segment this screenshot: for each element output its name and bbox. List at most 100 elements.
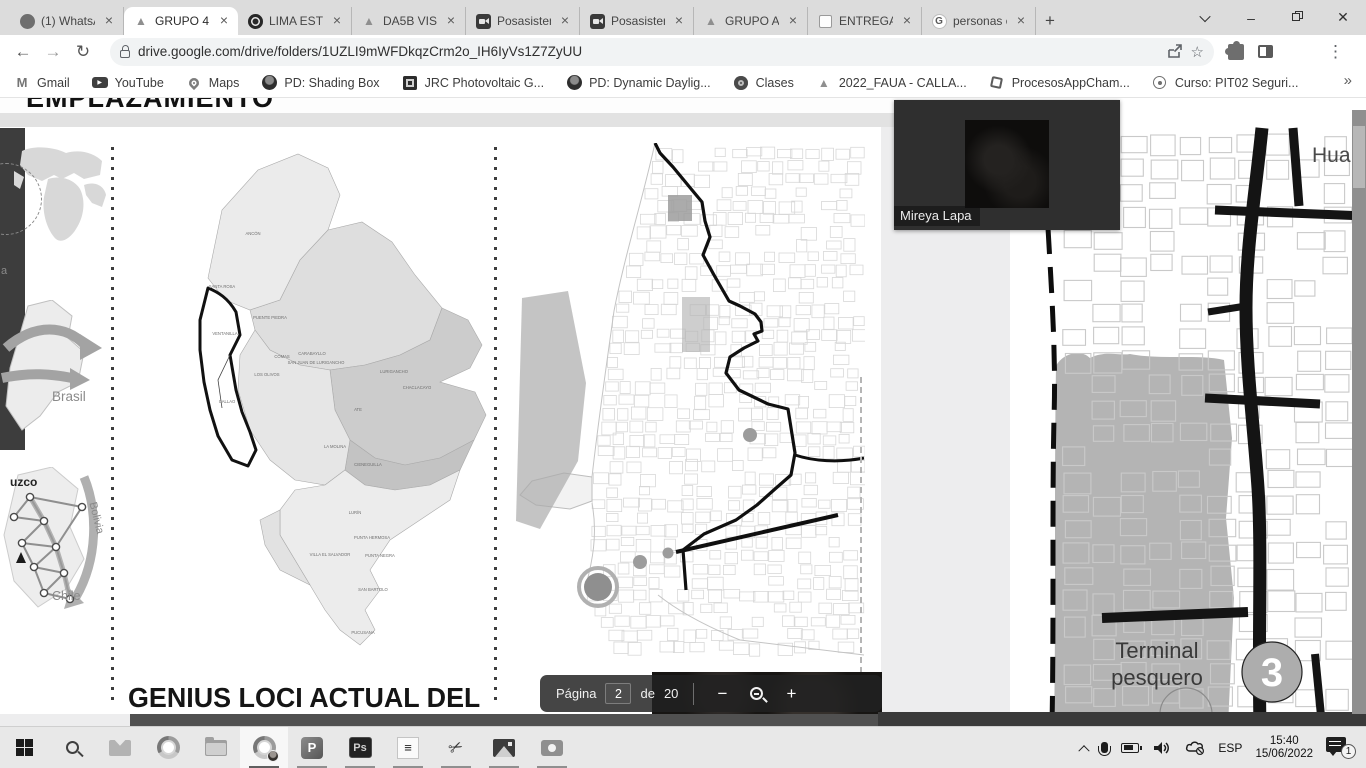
tab-personas[interactable]: Gpersonas c × — [922, 7, 1036, 35]
bookmark-label: PD: Dynamic Daylig... — [589, 75, 711, 90]
video-call-overlay[interactable]: Mireya Lapa — [894, 100, 1120, 230]
lima-districts-map: ANCÓN SANTA ROSA CARABAYLLO VENTANILLA P… — [198, 153, 487, 646]
tab-close-icon[interactable]: × — [785, 13, 801, 29]
tab-entrega[interactable]: ENTREGA × — [808, 7, 922, 35]
new-tab-button[interactable]: + — [1036, 7, 1064, 35]
taskbar-search-button[interactable] — [48, 727, 96, 768]
tab-da5b[interactable]: ▲ DA5B VISI × — [352, 7, 466, 35]
tab-close-icon[interactable]: × — [557, 13, 573, 29]
zoom-out-button[interactable]: − — [709, 684, 735, 704]
window-restore-button[interactable] — [1274, 0, 1320, 35]
share-icon[interactable] — [1166, 43, 1183, 60]
bookmarks-overflow-button[interactable]: » — [1344, 72, 1352, 89]
tab-posasistencia-1[interactable]: Posasisten × — [466, 7, 580, 35]
tab-close-icon[interactable]: × — [1013, 13, 1029, 29]
taskbar-chrome-profile-active[interactable] — [240, 727, 288, 768]
bookmark-shading-box[interactable]: PD: Shading Box — [261, 75, 380, 91]
svg-text:LOS OLIVOS: LOS OLIVOS — [254, 372, 279, 377]
taskbar-photoshop[interactable]: Ps — [336, 727, 384, 768]
onedrive-cloud-icon[interactable] — [1185, 740, 1205, 755]
taskbar-camera-app[interactable] — [528, 727, 576, 768]
bookmark-star-icon[interactable]: ☆ — [1191, 43, 1204, 61]
tray-clock[interactable]: 15:40 15/06/2022 — [1255, 735, 1313, 761]
profile-avatar[interactable] — [1287, 39, 1313, 65]
taskbar-sketchup[interactable]: ≡ — [384, 727, 432, 768]
bookmark-label: Curso: PIT02 Seguri... — [1174, 75, 1299, 90]
section-heading-clipped: GENIUS LOCI ACTUAL DEL SITIO — [128, 682, 480, 713]
bookmark-procesos[interactable]: ProcesosAppCham... — [989, 75, 1130, 91]
bookmark-youtube[interactable]: ▶ YouTube — [91, 75, 164, 91]
svg-text:LURÍN: LURÍN — [349, 510, 362, 515]
back-button[interactable]: ← — [8, 42, 38, 62]
bookmark-jrc[interactable]: JRC Photovoltaic G... — [402, 75, 544, 91]
tab-label: GRUPO 4 - — [155, 14, 210, 28]
scrollbar-track[interactable] — [1352, 110, 1366, 714]
battery-icon[interactable] — [1121, 742, 1143, 753]
tab-posasistencia-2[interactable]: Posasisten × — [580, 7, 694, 35]
taskbar-chrome-app[interactable] — [144, 727, 192, 768]
start-button[interactable] — [0, 727, 48, 768]
microphone-icon[interactable] — [1098, 742, 1112, 756]
bookmark-dynamic-daylight[interactable]: PD: Dynamic Daylig... — [566, 75, 711, 91]
scrollbar-thumb[interactable] — [1353, 126, 1365, 188]
reload-button[interactable]: ↻ — [68, 42, 98, 62]
tab-close-icon[interactable]: × — [101, 13, 117, 29]
taskbar-photos[interactable] — [480, 727, 528, 768]
photoshop-icon: Ps — [348, 737, 372, 758]
zoom-magnifier-icon[interactable] — [750, 687, 764, 700]
tray-expand-chevron[interactable] — [1078, 744, 1091, 756]
tab-close-icon[interactable]: × — [216, 13, 232, 29]
taskbar-snipping-tool[interactable]: ✂ — [432, 727, 480, 768]
lock-icon[interactable] — [120, 44, 130, 58]
avatar-icon — [261, 75, 277, 91]
bookmark-faua-callao[interactable]: ▲ 2022_FAUA - CALLA... — [816, 75, 967, 91]
url-text[interactable]: drive.google.com/drive/folders/1UZLI9mWF… — [138, 44, 1158, 59]
notification-center-button[interactable]: 1 — [1326, 736, 1356, 759]
bookmark-gmail[interactable]: M Gmail — [14, 75, 70, 91]
keyboard-language[interactable]: ESP — [1218, 741, 1242, 755]
camera-app-icon — [589, 13, 605, 29]
zoom-in-button[interactable]: + — [778, 684, 804, 704]
taskbar-powerpoint[interactable]: P — [288, 727, 336, 768]
taskbar-mail-app[interactable] — [96, 727, 144, 768]
forward-button[interactable]: → — [38, 42, 68, 62]
svg-text:CHACLACAYO: CHACLACAYO — [403, 385, 432, 390]
tab-lima-este[interactable]: LIMA ESTE × — [238, 7, 352, 35]
drive-preview-area: EMPLAZAMIENTO a Brasil uzco Bolivia Chil… — [0, 98, 1366, 726]
svg-text:COMAS: COMAS — [274, 354, 290, 359]
window-bottom-strip — [130, 714, 880, 726]
bookmark-label: Maps — [208, 75, 240, 90]
tab-close-icon[interactable]: × — [443, 13, 459, 29]
extensions-icon[interactable] — [1225, 40, 1244, 60]
tab-label: (1) WhatsA — [41, 14, 95, 28]
side-panel-icon[interactable] — [1258, 45, 1273, 58]
tab-grupo4-active[interactable]: ▲ GRUPO 4 - × — [124, 7, 238, 35]
site-icon — [247, 13, 263, 29]
dotted-separator — [494, 147, 497, 703]
taskbar-file-explorer[interactable] — [192, 727, 240, 768]
window-close-button[interactable]: ✕ — [1320, 0, 1366, 35]
bookmark-curso-pit02[interactable]: Curso: PIT02 Seguri... — [1152, 75, 1299, 91]
document-title-clipped: EMPLAZAMIENTO — [26, 98, 274, 113]
svg-text:PUCUSANA: PUCUSANA — [351, 630, 374, 635]
svg-text:CARABAYLLO: CARABAYLLO — [298, 351, 326, 356]
brasil-label: Brasil — [52, 389, 86, 404]
tab-close-icon[interactable]: × — [899, 13, 915, 29]
tab-label: ENTREGA — [839, 14, 893, 28]
chrome-icon — [156, 736, 180, 759]
bookmark-label: ProcesosAppCham... — [1011, 75, 1130, 90]
tab-search-chevron[interactable] — [1182, 0, 1228, 35]
address-bar[interactable]: drive.google.com/drive/folders/1UZLI9mWF… — [110, 37, 1214, 66]
page-number-input[interactable]: 2 — [605, 683, 632, 704]
bookmark-maps[interactable]: Maps — [186, 75, 240, 91]
menu-icon[interactable]: ⋮ — [1327, 42, 1344, 62]
tab-grupo-av[interactable]: ▲ GRUPO AV × — [694, 7, 808, 35]
window-minimize-button[interactable]: – — [1228, 0, 1274, 35]
bookmark-clases[interactable]: Clases — [733, 75, 794, 91]
tab-close-icon[interactable]: × — [671, 13, 687, 29]
tab-whatsapp[interactable]: (1) WhatsA × — [10, 7, 124, 35]
speaker-icon[interactable] — [1152, 740, 1172, 756]
photos-icon — [493, 738, 515, 757]
tab-close-icon[interactable]: × — [329, 13, 345, 29]
pdf-viewer-toolbar: Página 2 de 20 − + — [540, 675, 882, 712]
